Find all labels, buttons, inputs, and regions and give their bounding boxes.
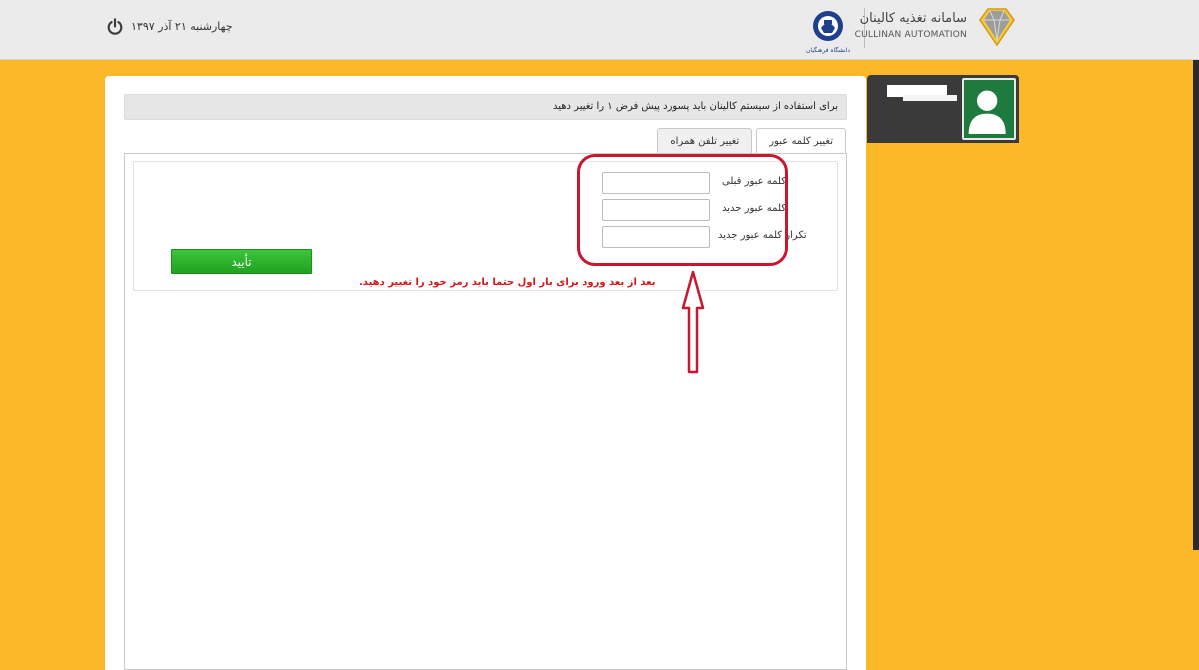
scrollbar-track[interactable] <box>1193 60 1199 550</box>
user-icon <box>968 90 1006 134</box>
tab-bar: تغییر کلمه عبور تغییر تلفن همراه <box>653 128 846 155</box>
avatar[interactable] <box>962 78 1016 140</box>
tab-change-password[interactable]: تغییر کلمه عبور <box>756 128 846 155</box>
user-card <box>867 75 1019 143</box>
confirm-button[interactable]: تأیید <box>171 249 312 274</box>
up-arrow-icon <box>681 270 705 374</box>
diamond-icon <box>979 8 1015 47</box>
top-header: چهارشنبه ۲۱ آذر ۱۳۹۷ دانشگاه فرهنگیان سا… <box>0 0 1199 60</box>
tab-change-mobile[interactable]: تغییر تلفن همراه <box>657 128 753 154</box>
brand-title: سامانه تغذیه کالینان <box>859 11 967 26</box>
password-change-notice: برای استفاده از سیستم کالینان باید پسورد… <box>124 94 847 120</box>
current-date: چهارشنبه ۲۱ آذر ۱۳۹۷ <box>131 20 233 33</box>
university-logo-icon: دانشگاه فرهنگیان <box>806 11 850 54</box>
power-icon[interactable] <box>106 18 124 36</box>
highlight-frame <box>577 154 788 266</box>
user-name-redacted-2 <box>903 95 957 101</box>
annotation-text: بعد از بعد ورود برای بار اول حتما باید ر… <box>359 277 656 288</box>
logo-caption: دانشگاه فرهنگیان <box>806 46 850 54</box>
brand-subtitle: CULLINAN AUTOMATION <box>854 30 967 40</box>
